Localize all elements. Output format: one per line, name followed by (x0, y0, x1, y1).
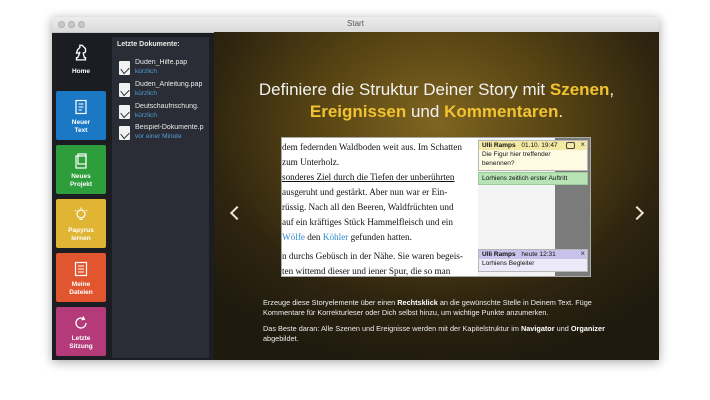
document-icon (119, 105, 130, 119)
nav-new-project-label: Neues Projekt (69, 173, 93, 188)
headline-text: Definiere die Struktur Deiner Story mit (258, 80, 550, 99)
headline-highlight-scenes: Szenen (549, 80, 610, 99)
title-bar: Start (52, 17, 659, 33)
nav-last-session-button[interactable]: Letzte Sitzung (56, 307, 106, 356)
headline-line-2: Ereignissen und Kommentaren. (244, 102, 629, 122)
example-text: gefunden hatten. (348, 232, 412, 242)
comment-box: Ulli Ramps 01.10. 19:47 × Die Figur hier… (478, 140, 588, 171)
document-time: kürzlich (135, 90, 158, 97)
comment-header: Ulli Ramps 01.10. 19:47 × (479, 140, 587, 150)
explanation-bold: Rechtsklick (397, 298, 438, 307)
event-text: Lorhiens zeitlich erster Auftritt (482, 175, 568, 182)
example-text-line: Wölfe den Köhler gefunden hatten. (282, 232, 476, 242)
recent-document-item[interactable]: Beispiel-Dokumente.p vor einer Minute (119, 124, 209, 144)
recent-documents-panel: Letzte Dokumente: Duden_Hilfe.pap kürzli… (112, 37, 209, 358)
explanation-text: Das Beste daran: Alle Szenen und Ereigni… (263, 324, 521, 333)
comment-date: 01.10. 19:47 (521, 142, 558, 149)
explanation-paragraph-2: Das Beste daran: Alle Szenen und Ereigni… (263, 324, 623, 344)
speech-bubble-icon[interactable] (566, 142, 575, 149)
event-marker: Lorhiens zeitlich erster Auftritt (478, 172, 588, 185)
headline-text: , (609, 80, 615, 99)
document-time: kürzlich (135, 112, 158, 119)
start-nav: Home Neuer Text Neues Projekt Papyrus le… (56, 37, 110, 358)
example-link-word: Wölfe (282, 232, 305, 242)
headline-text: . (558, 102, 564, 121)
example-text-line: ausgeruht und gestärkt. Aber nun war er … (282, 187, 448, 197)
explanation-text: abgebildet. (263, 334, 299, 343)
explanation-text: Erzeuge diese Storyelemente über einen (263, 298, 398, 307)
nav-home-button[interactable]: Home (56, 37, 106, 86)
explanation-text: und (554, 324, 571, 333)
example-text-line: auf ein kräftiges Stück Hammelfleisch un… (282, 217, 453, 227)
comment-date: heute 12:31 (521, 251, 556, 258)
document-time: vor einer Minute (135, 133, 182, 140)
example-text-line: n durchs Gebüsch in der Nähe. Sie waren … (282, 251, 463, 261)
explanation-paragraph: Erzeuge diese Storyelemente über einen R… (263, 298, 623, 318)
example-text-line: ten wittemd dieser und iener Spur, die s… (282, 266, 451, 276)
nav-new-text-button[interactable]: Neuer Text (56, 91, 106, 140)
example-text: den (304, 232, 323, 242)
headline-line-1: Definiere die Struktur Deiner Story mit … (244, 80, 629, 100)
comment-author: Ulli Ramps (482, 251, 516, 258)
files-icon (74, 261, 88, 277)
document-icon (119, 126, 130, 140)
chess-knight-icon (75, 44, 87, 61)
next-slide-arrow[interactable] (629, 205, 645, 221)
comment-text: Lorhiens Begleiter (479, 259, 587, 271)
new-project-icon (75, 153, 87, 169)
example-text-line: zum Unterholz. (282, 157, 340, 167)
new-document-icon (75, 99, 87, 115)
comment-text: Die Figur hier treffender benennen? (479, 150, 587, 170)
app-window: Start Home Neuer Text Neues Projekt Papy… (52, 17, 659, 360)
document-time: kürzlich (135, 68, 158, 75)
nav-my-files-button[interactable]: Meine Dateien (56, 253, 106, 302)
example-text-line: rüssig. Nach all den Beeren, Waldfrüchte… (282, 202, 454, 212)
explanation-bold: Navigator (520, 324, 555, 333)
example-link-word: Köhler (322, 232, 349, 242)
headline-text: und (406, 102, 445, 121)
example-screenshot: dem federnden Waldboden weit aus. Im Sch… (281, 137, 591, 277)
comment-header: Ulli Ramps heute 12:31 × (479, 249, 587, 259)
nav-learn-label: Papyrus lernen (68, 227, 94, 242)
nav-learn-button[interactable]: Papyrus lernen (56, 199, 106, 248)
example-text-line: dem federnden Waldboden weit aus. Im Sch… (282, 142, 462, 152)
window-title: Start (347, 19, 364, 28)
headline-highlight-comments: Kommentaren (444, 102, 559, 121)
document-icon (119, 83, 130, 97)
document-name: Duden_Hilfe.pap (135, 59, 188, 66)
previous-slide-arrow[interactable] (229, 205, 245, 221)
lightbulb-icon (74, 207, 88, 220)
headline-highlight-events: Ereignissen (309, 102, 407, 121)
document-icon (119, 61, 130, 75)
recent-document-item[interactable]: Duden_Hilfe.pap kürzlich (119, 59, 209, 79)
close-icon[interactable]: × (580, 249, 585, 258)
nav-my-files-label: Meine Dateien (69, 281, 93, 296)
tutorial-slide: Definiere die Struktur Deiner Story mit … (214, 32, 659, 360)
example-text-line: sonderes Ziel durch die Tiefen der unber… (282, 172, 455, 182)
comment-author: Ulli Ramps (482, 142, 516, 149)
nav-new-project-button[interactable]: Neues Projekt (56, 145, 106, 194)
document-name: Duden_Anleitung.pap (135, 81, 203, 88)
comment-box: Ulli Ramps heute 12:31 × Lorhiens Beglei… (478, 249, 588, 272)
explanation-bold: Organizer (570, 324, 605, 333)
example-text-page: dem federnden Waldboden weit aus. Im Sch… (282, 138, 476, 276)
document-name: Beispiel-Dokumente.p (135, 124, 204, 131)
recent-document-item[interactable]: Deutschaufrischung. kürzlich (119, 103, 209, 123)
close-icon[interactable]: × (580, 140, 585, 149)
recent-documents-heading: Letzte Dokumente: (117, 41, 180, 48)
refresh-icon (75, 316, 87, 329)
document-name: Deutschaufrischung. (135, 103, 199, 110)
nav-last-session-label: Letzte Sitzung (69, 335, 93, 350)
recent-document-item[interactable]: Duden_Anleitung.pap kürzlich (119, 81, 209, 101)
nav-new-text-label: Neuer Text (71, 119, 91, 134)
nav-home-label: Home (71, 68, 91, 75)
